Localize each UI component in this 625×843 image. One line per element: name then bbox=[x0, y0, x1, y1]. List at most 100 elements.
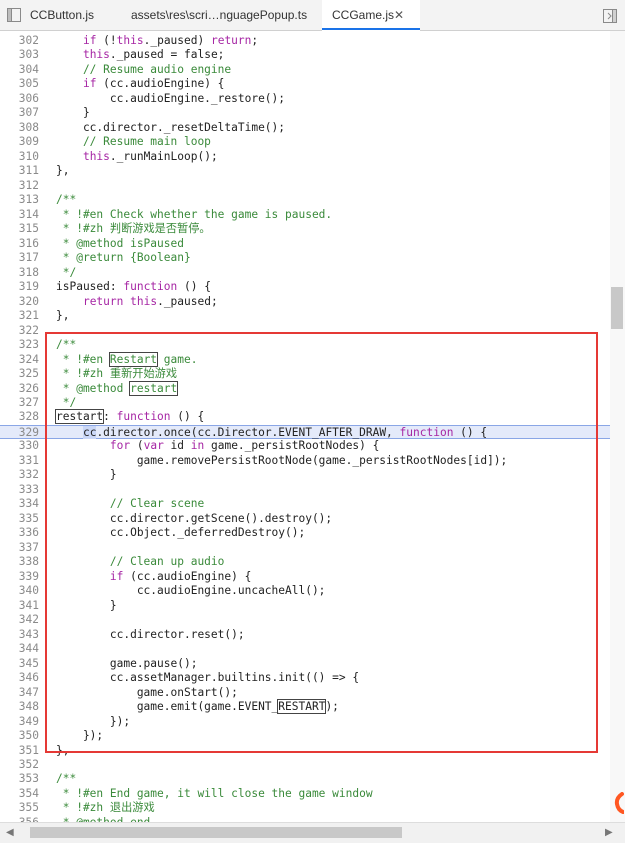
code-editor[interactable]: 302 if (!this._paused) return; 303 this._… bbox=[0, 31, 610, 822]
code-line[interactable]: 329 cc.director.once(cc.Director.EVENT_A… bbox=[0, 424, 610, 440]
code-line[interactable]: 324 * !#en Restart game. bbox=[0, 351, 610, 367]
code-line[interactable]: 335 cc.director.getScene().destroy(); bbox=[0, 512, 610, 526]
line-number: 335 bbox=[18, 511, 39, 525]
tab-language-popup[interactable]: assets\res\scri…nguagePopup.ts bbox=[131, 0, 307, 30]
code-line[interactable]: 308 cc.director._resetDeltaTime(); bbox=[0, 121, 610, 135]
line-number: 347 bbox=[18, 685, 39, 699]
line-number: 315 bbox=[18, 222, 39, 236]
line-number: 305 bbox=[18, 77, 39, 91]
code-line[interactable]: 311}, bbox=[0, 164, 610, 178]
code-line[interactable]: 348 game.emit(game.EVENT_RESTART); bbox=[0, 699, 610, 715]
code-line[interactable]: 351}, bbox=[0, 744, 610, 758]
line-number: 316 bbox=[18, 236, 39, 250]
horizontal-scrollbar-thumb[interactable] bbox=[30, 827, 402, 838]
tab-bar: CCButton.js assets\res\scri…nguagePopup.… bbox=[0, 0, 625, 31]
code-line[interactable]: 306 cc.audioEngine._restore(); bbox=[0, 92, 610, 106]
code-text: // Clear scene bbox=[56, 497, 205, 511]
code-line[interactable]: 330 for (var id in game._persistRootNode… bbox=[0, 439, 610, 453]
code-line[interactable]: 334 // Clear scene bbox=[0, 497, 610, 511]
vertical-scrollbar-thumb[interactable] bbox=[611, 287, 623, 329]
code-line[interactable]: 302 if (!this._paused) return; bbox=[0, 34, 610, 48]
tab-ccbutton[interactable]: CCButton.js bbox=[30, 0, 94, 30]
code-text: } bbox=[56, 598, 117, 612]
code-line[interactable]: 350 }); bbox=[0, 729, 610, 743]
line-number: 324 bbox=[18, 352, 39, 366]
code-line[interactable]: 340 cc.audioEngine.uncacheAll(); bbox=[0, 584, 610, 598]
code-line[interactable]: 314 * !#en Check whether the game is pau… bbox=[0, 208, 610, 222]
code-line[interactable]: 337 bbox=[0, 541, 610, 555]
code-line[interactable]: 345 game.pause(); bbox=[0, 657, 610, 671]
code-line[interactable]: 344 bbox=[0, 642, 610, 656]
code-line[interactable]: 332 } bbox=[0, 468, 610, 482]
code-line[interactable]: 317 * @return {Boolean} bbox=[0, 251, 610, 265]
line-number: 340 bbox=[18, 584, 39, 598]
line-number: 312 bbox=[18, 178, 39, 192]
code-line[interactable]: 336 cc.Object._deferredDestroy(); bbox=[0, 526, 610, 540]
scroll-right-icon[interactable]: ▶ bbox=[605, 823, 613, 843]
code-line[interactable]: 342 bbox=[0, 613, 610, 627]
code-line[interactable]: 312 bbox=[0, 179, 610, 193]
code-line[interactable]: 323 /** bbox=[0, 338, 610, 352]
line-number: 338 bbox=[18, 555, 39, 569]
code-line[interactable]: 331 game.removePersistRootNode(game._per… bbox=[0, 454, 610, 468]
line-number: 331 bbox=[18, 453, 39, 467]
code-text: * !#en Restart game. bbox=[56, 351, 198, 367]
code-line[interactable]: 341 } bbox=[0, 599, 610, 613]
line-number: 345 bbox=[18, 656, 39, 670]
scroll-left-icon[interactable]: ◀ bbox=[6, 823, 14, 843]
code-line[interactable]: 309 // Resume main loop bbox=[0, 135, 610, 149]
close-icon[interactable]: ✕ bbox=[394, 0, 404, 30]
line-number: 349 bbox=[18, 714, 39, 728]
code-line[interactable]: 319 isPaused: function () { bbox=[0, 280, 610, 294]
code-line[interactable]: 325 * !#zh 重新开始游戏 bbox=[0, 367, 610, 381]
code-text: * !#en Check whether the game is paused. bbox=[56, 207, 333, 221]
code-text: }); bbox=[56, 714, 131, 728]
line-number: 326 bbox=[18, 381, 39, 395]
code-line[interactable]: 322 bbox=[0, 324, 610, 338]
vertical-scrollbar[interactable] bbox=[610, 31, 625, 822]
code-line[interactable]: 303 this._paused = false; bbox=[0, 48, 610, 62]
line-number: 328 bbox=[18, 410, 39, 424]
code-line[interactable]: 352 bbox=[0, 758, 610, 772]
code-text: // Clean up audio bbox=[56, 555, 225, 569]
code-text: return this._paused; bbox=[82, 294, 218, 308]
code-line[interactable]: 305 if (cc.audioEngine) { bbox=[0, 77, 610, 91]
code-text: if (!this._paused) return; bbox=[82, 34, 259, 47]
code-line[interactable]: 310 this._runMainLoop(); bbox=[0, 150, 610, 164]
code-line[interactable]: 353 /** bbox=[0, 772, 610, 786]
code-line[interactable]: 315 * !#zh 判断游戏是否暂停。 bbox=[0, 222, 610, 236]
code-line[interactable]: 343 cc.director.reset(); bbox=[0, 628, 610, 642]
code-text: this._paused = false; bbox=[82, 48, 225, 62]
code-line[interactable]: 304 // Resume audio engine bbox=[0, 63, 610, 77]
code-text: * @method restart bbox=[56, 380, 179, 396]
code-line[interactable]: 354 * !#en End game, it will close the g… bbox=[0, 787, 610, 801]
code-line[interactable]: 349 }); bbox=[0, 715, 610, 729]
code-line[interactable]: 326 * @method restart bbox=[0, 380, 610, 396]
line-number: 304 bbox=[18, 62, 39, 76]
tab-ccgame[interactable]: CCGame.js ✕ bbox=[322, 0, 420, 31]
code-line[interactable]: 327 */ bbox=[0, 396, 610, 410]
code-text: /** bbox=[56, 193, 77, 207]
code-line[interactable]: 346 cc.assetManager.builtins.init(() => … bbox=[0, 671, 610, 685]
panel-left-icon[interactable] bbox=[6, 7, 22, 23]
code-line[interactable]: 307 } bbox=[0, 106, 610, 120]
code-line[interactable]: 328 restart: function () { bbox=[0, 409, 610, 425]
code-line[interactable]: 320 return this._paused; bbox=[0, 295, 610, 309]
line-number: 339 bbox=[18, 569, 39, 583]
code-line[interactable]: 339 if (cc.audioEngine) { bbox=[0, 570, 610, 584]
code-line[interactable]: 313 /** bbox=[0, 193, 610, 207]
code-line[interactable]: 318 */ bbox=[0, 266, 610, 280]
code-line[interactable]: 316 * @method isPaused bbox=[0, 237, 610, 251]
code-line[interactable]: 338 // Clean up audio bbox=[0, 555, 610, 569]
code-line[interactable]: 355 * !#zh 退出游戏 bbox=[0, 801, 610, 815]
line-number: 350 bbox=[18, 729, 39, 743]
code-text: }, bbox=[56, 743, 70, 757]
code-line[interactable]: 347 game.onStart(); bbox=[0, 686, 610, 700]
horizontal-scrollbar[interactable]: ◀ ▶ bbox=[0, 822, 625, 843]
code-line[interactable]: 321}, bbox=[0, 309, 610, 323]
code-text: if (cc.audioEngine) { bbox=[109, 569, 252, 583]
line-number: 309 bbox=[18, 135, 39, 149]
panel-right-icon[interactable] bbox=[603, 8, 617, 23]
line-number: 351 bbox=[18, 743, 39, 757]
code-line[interactable]: 333 bbox=[0, 483, 610, 497]
